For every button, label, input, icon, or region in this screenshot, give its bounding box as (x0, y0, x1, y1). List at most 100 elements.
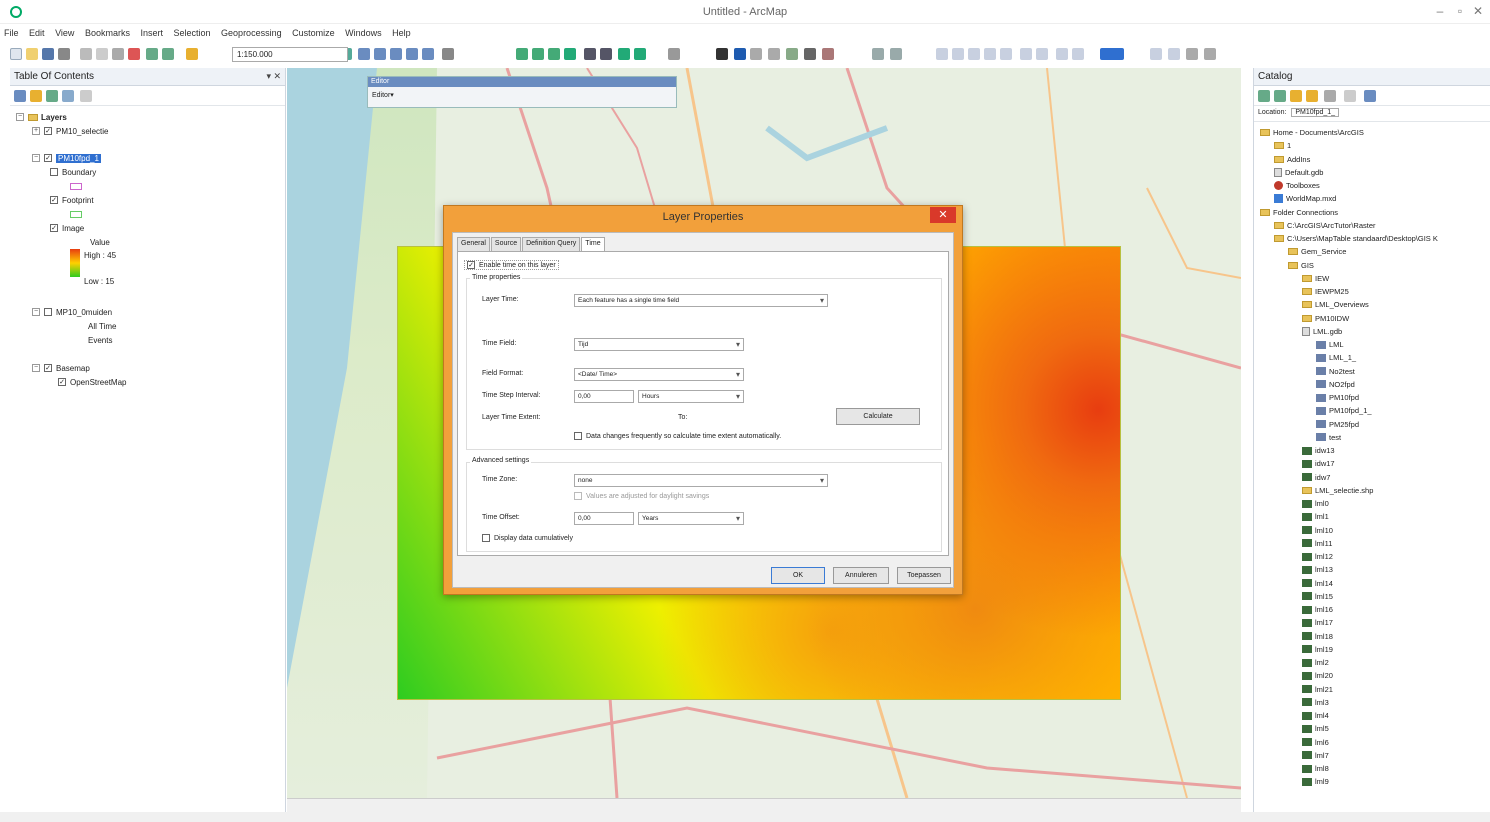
toc-layer-basemap[interactable]: − ✓ Basemap (32, 362, 90, 374)
menu-edit[interactable]: Edit (25, 24, 49, 42)
views-icon[interactable] (1344, 90, 1356, 102)
fixed-zoom-out-icon[interactable] (600, 48, 612, 60)
time-offset-unit-dropdown[interactable]: Years (638, 512, 744, 525)
layout-icon[interactable] (890, 48, 902, 60)
catalog-item[interactable]: lml6 (1302, 736, 1329, 749)
color-bar-icon[interactable] (1100, 48, 1124, 60)
create-viewer-icon[interactable] (872, 48, 884, 60)
sublayer-checkbox[interactable] (50, 168, 58, 176)
catalog-item[interactable]: lml7 (1302, 749, 1329, 762)
menu-help[interactable]: Help (388, 24, 415, 42)
ok-button[interactable]: OK (771, 567, 825, 584)
layer-time-dropdown[interactable]: Each feature has a single time field (574, 294, 828, 307)
undo-icon[interactable] (146, 48, 158, 60)
catalog-item[interactable]: lml3 (1302, 696, 1329, 709)
copy-icon[interactable] (96, 48, 108, 60)
select-elements-icon[interactable] (716, 48, 728, 60)
toc-pin-close[interactable]: ▾ ✕ (266, 71, 281, 82)
tool-l-icon[interactable] (1186, 48, 1198, 60)
catalog-item[interactable]: lml2 (1302, 656, 1329, 669)
connect-folder-icon[interactable] (1306, 90, 1318, 102)
sublayer-checkbox[interactable]: ✓ (50, 196, 58, 204)
catalog-item[interactable]: lml18 (1302, 630, 1333, 643)
layer-visible-checkbox[interactable]: ✓ (44, 127, 52, 135)
forward-extent-icon[interactable] (634, 48, 646, 60)
tab-general[interactable]: General (457, 237, 490, 251)
tab-source[interactable]: Source (490, 237, 522, 251)
menu-file[interactable]: File (0, 24, 23, 42)
dialog-close-button[interactable]: ✕ (930, 207, 956, 223)
sublayer-checkbox[interactable]: ✓ (58, 378, 66, 386)
apply-button[interactable]: Toepassen (897, 567, 951, 584)
layer-visible-checkbox[interactable] (44, 308, 52, 316)
catalog-item[interactable]: IEWPM25 (1302, 285, 1349, 298)
catalog-icon[interactable] (374, 48, 386, 60)
catalog-item[interactable]: lml21 (1302, 683, 1333, 696)
close-button[interactable]: ✕ (1470, 4, 1486, 18)
catalog-item[interactable]: PM10IDW (1302, 312, 1349, 325)
options-icon[interactable] (80, 90, 92, 102)
catalog-item[interactable]: Toolboxes (1274, 179, 1320, 192)
tool-b-icon[interactable] (952, 48, 964, 60)
model-builder-icon[interactable] (442, 48, 454, 60)
tool-k-icon[interactable] (1168, 48, 1180, 60)
catalog-item[interactable]: lml9 (1302, 775, 1329, 788)
catalog-item[interactable]: idw17 (1302, 457, 1335, 470)
toc-layer-mp10[interactable]: − MP10_0muiden (32, 306, 112, 318)
menu-customize[interactable]: Customize (288, 24, 339, 42)
catalog-item[interactable]: PM10fpd_1_ (1316, 404, 1372, 417)
catalog-item[interactable]: lml10 (1302, 524, 1333, 537)
editor-toolbar-header[interactable]: Editor (368, 77, 676, 87)
identify-icon[interactable] (734, 48, 746, 60)
catalog-item[interactable]: C:\Users\MapTable standaard\Desktop\GIS … (1274, 232, 1438, 245)
sublayer-checkbox[interactable]: ✓ (50, 224, 58, 232)
cancel-button[interactable]: Annuleren (833, 567, 889, 584)
catalog-item[interactable]: idw7 (1302, 471, 1330, 484)
list-by-visibility-icon[interactable] (46, 90, 58, 102)
tool-g-icon[interactable] (1036, 48, 1048, 60)
catalog-item[interactable]: lml16 (1302, 603, 1333, 616)
catalog-item[interactable]: Folder Connections (1260, 206, 1338, 219)
enable-time-checkbox[interactable]: ✓ (467, 261, 475, 269)
catalog-item[interactable]: AddIns (1274, 153, 1310, 166)
toc-layers-group[interactable]: − Layers (16, 111, 67, 123)
display-cumulative-checkbox[interactable] (482, 534, 490, 542)
catalog-item[interactable]: lml11 (1302, 537, 1332, 550)
data-changes-row[interactable]: Data changes frequently so calculate tim… (574, 432, 781, 440)
menu-insert[interactable]: Insert (136, 24, 167, 42)
catalog-item[interactable]: GIS (1288, 259, 1314, 272)
collapse-icon[interactable]: − (32, 308, 40, 316)
catalog-item[interactable]: idw13 (1302, 444, 1335, 457)
data-changes-checkbox[interactable] (574, 432, 582, 440)
tool-i-icon[interactable] (1072, 48, 1084, 60)
catalog-item[interactable]: PM25fpd (1316, 418, 1359, 431)
catalog-item[interactable]: Home - Documents\ArcGIS (1260, 126, 1364, 139)
arctoolbox-icon[interactable] (406, 48, 418, 60)
hyperlink-icon[interactable] (750, 48, 762, 60)
save-icon[interactable] (42, 48, 54, 60)
catalog-item[interactable]: lml14 (1302, 577, 1333, 590)
zoom-out-icon[interactable] (532, 48, 544, 60)
catalog-item[interactable]: C:\ArcGIS\ArcTutor\Raster (1274, 219, 1376, 232)
catalog-item[interactable]: lml19 (1302, 643, 1333, 656)
tool-h-icon[interactable] (1056, 48, 1068, 60)
new-map-icon[interactable] (10, 48, 22, 60)
catalog-item[interactable]: lml12 (1302, 550, 1333, 563)
select-features-icon[interactable] (668, 48, 680, 60)
minimize-button[interactable]: – (1432, 4, 1448, 18)
full-extent-icon[interactable] (564, 48, 576, 60)
catalog-item[interactable]: LML_Overviews (1302, 298, 1369, 311)
toc-sublayer-openstreetmap[interactable]: ✓ OpenStreetMap (58, 376, 126, 388)
print-icon[interactable] (58, 48, 70, 60)
catalog-item[interactable]: LML_selectie.shp (1302, 484, 1373, 497)
layer-visible-checkbox[interactable]: ✓ (44, 364, 52, 372)
catalog-item[interactable]: lml1 (1302, 510, 1329, 523)
collapse-icon[interactable]: − (32, 154, 40, 162)
toc-icon[interactable] (358, 48, 370, 60)
tool-c-icon[interactable] (968, 48, 980, 60)
pan-icon[interactable] (548, 48, 560, 60)
catalog-item[interactable]: Default.gdb (1274, 166, 1323, 179)
toc-sublayer-image[interactable]: ✓ Image (50, 222, 84, 234)
layer-visible-checkbox[interactable]: ✓ (44, 154, 52, 162)
catalog-item[interactable]: Gem_Service (1288, 245, 1346, 258)
